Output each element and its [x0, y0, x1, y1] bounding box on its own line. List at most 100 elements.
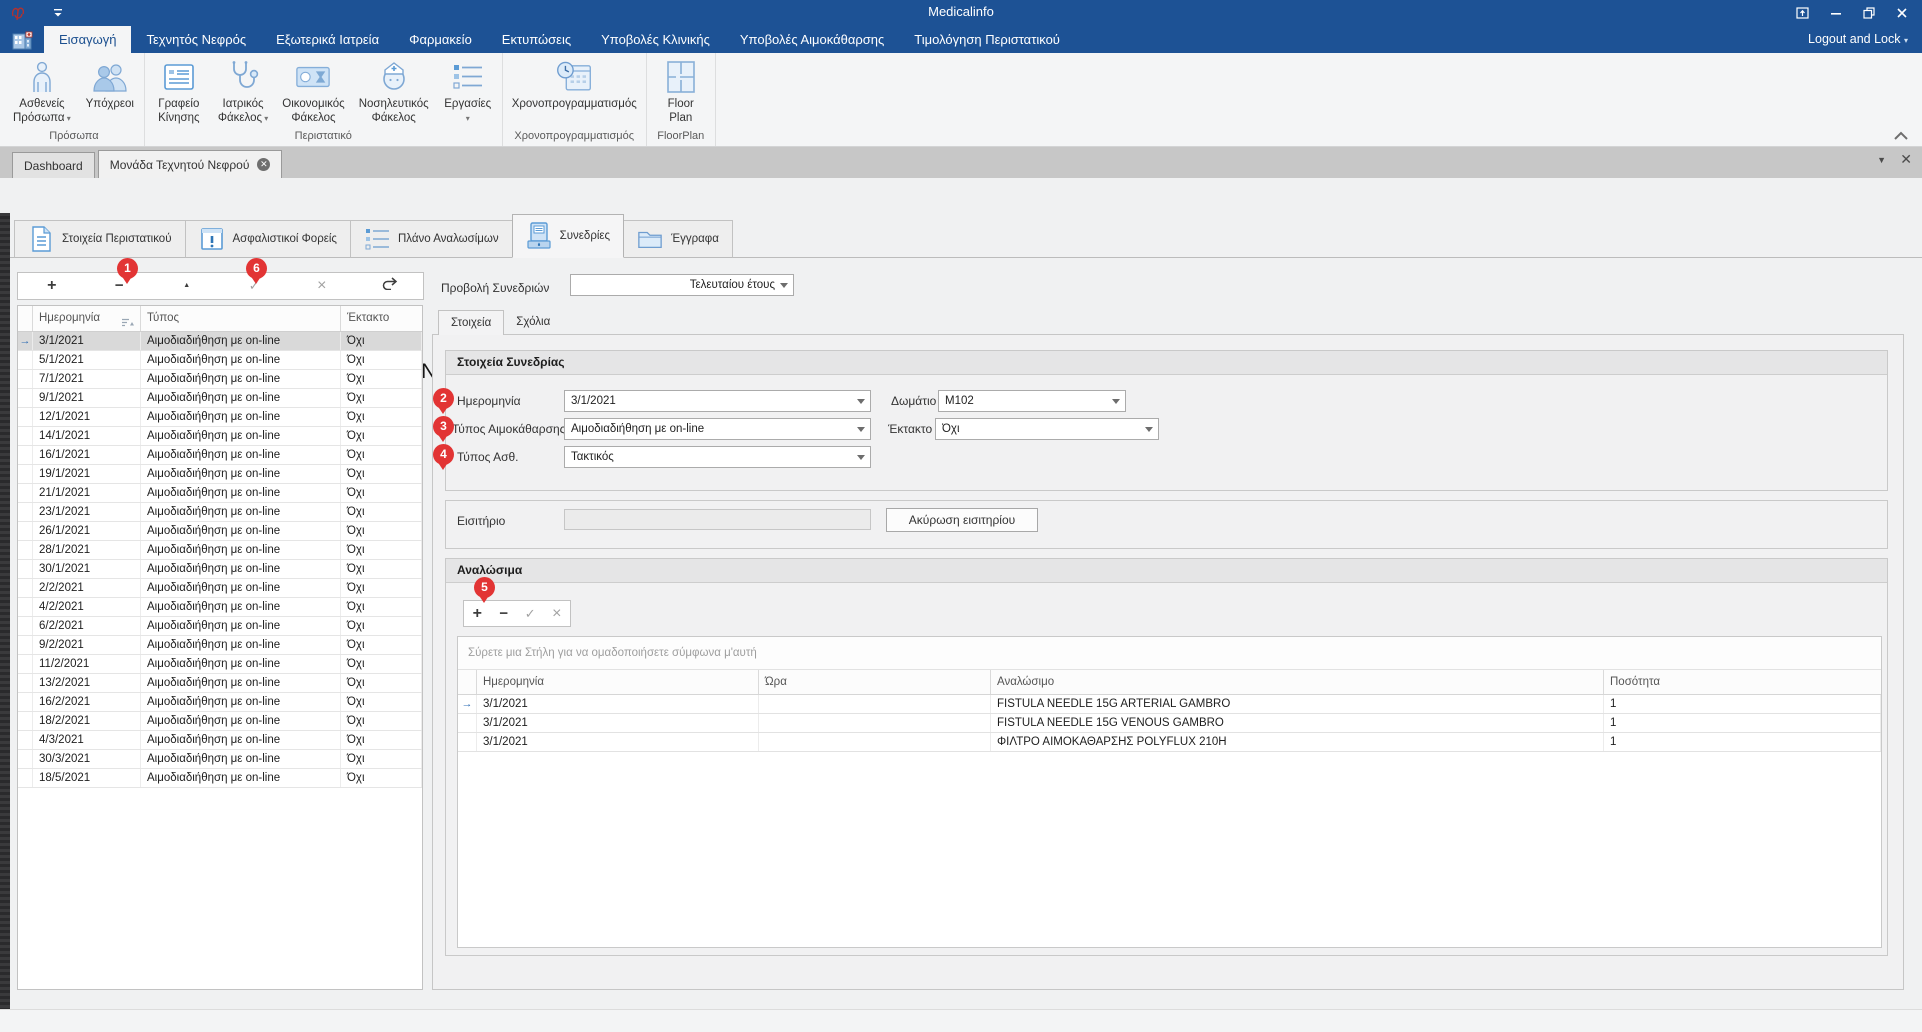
menu-tab-8[interactable]: Τιμολόγηση Περιστατικού: [899, 26, 1075, 53]
date-combobox[interactable]: 3/1/2021: [564, 390, 871, 412]
session-row[interactable]: 18/2/2021Αιμοδιαδιήθηση με on-lineΌχι: [18, 712, 422, 731]
session-cell: Όχι: [341, 332, 422, 350]
column-header-4[interactable]: Ποσότητα: [1604, 670, 1881, 694]
pin-window-icon[interactable]: [1786, 0, 1819, 26]
row-indicator: [18, 427, 33, 445]
menu-tab-3[interactable]: Εξωτερικά Ιατρεία: [261, 26, 394, 53]
tab-close-all-icon[interactable]: ✕: [1900, 151, 1912, 168]
session-row[interactable]: 2/2/2021Αιμοδιαδιήθηση με on-lineΌχι: [18, 579, 422, 598]
detail-tab-1[interactable]: Στοιχεία: [438, 310, 504, 335]
session-row[interactable]: 9/2/2021Αιμοδιαδιήθηση με on-lineΌχι: [18, 636, 422, 655]
column-header-2[interactable]: Τύπος: [141, 306, 341, 331]
session-row[interactable]: 9/1/2021Αιμοδιαδιήθηση με on-lineΌχι: [18, 389, 422, 408]
document-tab-2[interactable]: Μονάδα Τεχνητού Νεφρού✕: [98, 150, 283, 178]
page-tab-2[interactable]: Ασφαλιστικοί Φορείς: [185, 220, 351, 258]
menu-tab-5[interactable]: Εκτυπώσεις: [487, 26, 586, 53]
session-row[interactable]: 18/5/2021Αιμοδιαδιήθηση με on-lineΌχι: [18, 769, 422, 788]
minus-button[interactable]: −: [491, 602, 518, 626]
tab-close-icon[interactable]: ✕: [257, 158, 270, 171]
minimize-icon[interactable]: [1819, 0, 1852, 26]
cross-button[interactable]: ×: [305, 274, 339, 298]
session-cell: Αιμοδιαδιήθηση με on-line: [141, 560, 341, 578]
page-tab-3[interactable]: Πλάνο Αναλωσίμων: [350, 220, 513, 258]
session-row[interactable]: 21/1/2021Αιμοδιαδιήθηση με on-lineΌχι: [18, 484, 422, 503]
session-row[interactable]: 28/1/2021Αιμοδιαδιήθηση με on-lineΌχι: [18, 541, 422, 560]
restore-icon[interactable]: [1852, 0, 1885, 26]
session-row[interactable]: 16/2/2021Αιμοδιαδιήθηση με on-lineΌχι: [18, 693, 422, 712]
room-combobox[interactable]: M102: [938, 390, 1126, 412]
ribbon-button-patient[interactable]: ΑσθενείςΠρόσωπα ▾: [6, 53, 78, 129]
ribbon-collapse-icon[interactable]: [1893, 128, 1909, 140]
consumable-row[interactable]: 3/1/2021FISTULA NEEDLE 15G VENOUS GAMBRO…: [458, 714, 1881, 733]
consumables-grid: Σύρετε μια Στήλη για να ομαδοποιήσετε σύ…: [457, 636, 1882, 948]
session-cell: Όχι: [341, 503, 422, 521]
application-button[interactable]: [0, 26, 44, 53]
session-row[interactable]: 19/1/2021Αιμοδιαδιήθηση με on-lineΌχι: [18, 465, 422, 484]
plus-button[interactable]: +: [464, 602, 491, 626]
tab-list-dropdown-icon[interactable]: ▼: [1877, 155, 1886, 165]
session-row[interactable]: 5/1/2021Αιμοδιαδιήθηση με on-lineΌχι: [18, 351, 422, 370]
session-row[interactable]: 23/1/2021Αιμοδιαδιήθηση με on-lineΌχι: [18, 503, 422, 522]
session-row[interactable]: 6/2/2021Αιμοδιαδιήθηση με on-lineΌχι: [18, 617, 422, 636]
session-row[interactable]: 30/3/2021Αιμοδιαδιήθηση με on-lineΌχι: [18, 750, 422, 769]
ribbon-button-admission-desk[interactable]: ΓραφείοΚίνησης: [147, 53, 211, 129]
consumable-row[interactable]: →3/1/2021FISTULA NEEDLE 15G ARTERIAL GAM…: [458, 695, 1881, 714]
session-cell: Αιμοδιαδιήθηση με on-line: [141, 674, 341, 692]
ribbon-button-schedule[interactable]: Χρονοπρογραμματισμός: [505, 53, 644, 129]
group-by-panel[interactable]: Σύρετε μια Στήλη για να ομαδοποιήσετε σύ…: [458, 637, 1881, 670]
session-row[interactable]: 14/1/2021Αιμοδιαδιήθηση με on-lineΌχι: [18, 427, 422, 446]
column-header-1[interactable]: Ημερομηνία: [477, 670, 759, 694]
plus-button[interactable]: +: [35, 274, 69, 298]
session-row[interactable]: 30/1/2021Αιμοδιαδιήθηση με on-lineΌχι: [18, 560, 422, 579]
column-header-1[interactable]: Ημερομηνία: [33, 306, 141, 331]
column-header-2[interactable]: Ώρα: [759, 670, 991, 694]
menu-tab-2[interactable]: Τεχνητός Νεφρός: [131, 26, 261, 53]
menu-tab-4[interactable]: Φαρμακείο: [394, 26, 487, 53]
session-row[interactable]: →3/1/2021Αιμοδιαδιήθηση με on-lineΌχι: [18, 332, 422, 351]
column-header-3[interactable]: Αναλώσιμο: [991, 670, 1604, 694]
cancel-ticket-button[interactable]: Ακύρωση εισιτηρίου: [886, 508, 1038, 532]
menu-tab-7[interactable]: Υποβολές Αιμοκάθαρσης: [725, 26, 899, 53]
session-cell: 11/2/2021: [33, 655, 141, 673]
detail-tab-2[interactable]: Σχόλια: [504, 310, 562, 335]
cross-button[interactable]: ×: [544, 602, 571, 626]
menu-tab-6[interactable]: Υποβολές Κλινικής: [586, 26, 725, 53]
redo-button[interactable]: [372, 274, 406, 298]
dialysis-type-combobox[interactable]: Αιμοδιαδιήθηση με on-line: [564, 418, 871, 440]
session-row[interactable]: 13/2/2021Αιμοδιαδιήθηση με on-lineΌχι: [18, 674, 422, 693]
logout-button[interactable]: Logout and Lock ▾: [1808, 26, 1908, 53]
page-tab-5[interactable]: Έγγραφα: [623, 220, 733, 258]
session-row[interactable]: 11/2/2021Αιμοδιαδιήθηση με on-lineΌχι: [18, 655, 422, 674]
ribbon-button-people[interactable]: Υπόχρεοι: [78, 53, 142, 129]
session-row[interactable]: 4/2/2021Αιμοδιαδιήθηση με on-lineΌχι: [18, 598, 422, 617]
patient-type-label: Τύπος Ασθ.: [457, 450, 519, 464]
view-sessions-combobox[interactable]: Τελευταίου έτους: [570, 274, 794, 296]
ribbon-button-stethoscope[interactable]: ΙατρικόςΦάκελος ▾: [211, 53, 275, 129]
page-tab-4[interactable]: Συνεδρίες: [512, 214, 624, 258]
session-row[interactable]: 4/3/2021Αιμοδιαδιήθηση με on-lineΌχι: [18, 731, 422, 750]
ribbon-button-floorplan[interactable]: FloorPlan: [649, 53, 713, 129]
caret-up-button[interactable]: ▲: [170, 274, 204, 298]
session-row[interactable]: 26/1/2021Αιμοδιαδιήθηση με on-lineΌχι: [18, 522, 422, 541]
ticket-input[interactable]: [564, 509, 871, 530]
session-row[interactable]: 7/1/2021Αιμοδιαδιήθηση με on-lineΌχι: [18, 370, 422, 389]
check-button[interactable]: ✓: [517, 602, 544, 626]
close-icon[interactable]: [1885, 0, 1918, 26]
column-header-3[interactable]: Έκτακτο: [341, 306, 422, 331]
row-indicator: [18, 522, 33, 540]
finance-icon: [295, 58, 331, 96]
page-tab-1[interactable]: Στοιχεία Περιστατικού: [14, 220, 186, 258]
ribbon-button-finance[interactable]: ΟικονομικόςΦάκελος: [275, 53, 351, 129]
patient-type-combobox[interactable]: Τακτικός: [564, 446, 871, 468]
session-row[interactable]: 12/1/2021Αιμοδιαδιήθηση με on-lineΌχι: [18, 408, 422, 427]
session-cell: Αιμοδιαδιήθηση με on-line: [141, 655, 341, 673]
row-indicator: [18, 484, 33, 502]
session-row[interactable]: 16/1/2021Αιμοδιαδιήθηση με on-lineΌχι: [18, 446, 422, 465]
consumable-row[interactable]: 3/1/2021ΦΙΛΤΡΟ ΑΙΜΟΚΑΘΑΡΣΗΣ POLYFLUX 210…: [458, 733, 1881, 752]
ribbon-button-tasks[interactable]: Εργασίες ▾: [436, 53, 500, 129]
ribbon-button-nurse[interactable]: ΝοσηλευτικόςΦάκελος: [352, 53, 436, 129]
extra-combobox[interactable]: Όχι: [935, 418, 1159, 440]
document-tab-1[interactable]: Dashboard: [12, 152, 95, 178]
view-sessions-value: Τελευταίου έτους: [577, 275, 775, 295]
menu-tab-1[interactable]: Εισαγωγή: [44, 26, 131, 53]
